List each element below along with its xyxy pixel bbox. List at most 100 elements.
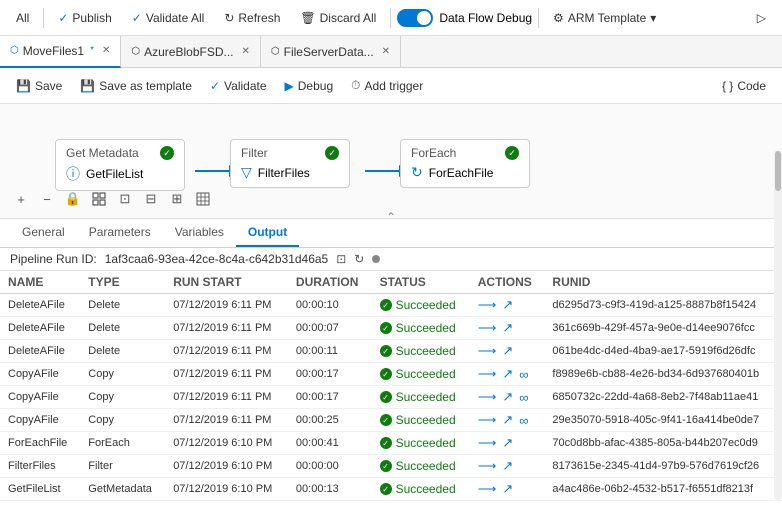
validate-button[interactable]: ✓ Validate xyxy=(202,75,275,97)
extra-icon[interactable]: ∞ xyxy=(519,413,528,428)
runs-table-body: DeleteAFileDelete07/12/2019 6:11 PM00:00… xyxy=(0,294,782,501)
output-link-icon[interactable]: ↗ xyxy=(502,435,513,451)
status-dot: ✓ xyxy=(380,437,392,449)
col-header-runstart: RUN START xyxy=(165,271,288,294)
output-link-icon[interactable]: ↗ xyxy=(502,481,513,497)
output-link-icon[interactable]: ↗ xyxy=(502,297,513,313)
tab-azureblob-close[interactable]: ✕ xyxy=(242,46,250,57)
data-flow-debug-toggle[interactable]: Data Flow Debug xyxy=(397,9,532,27)
save-icon: 💾 xyxy=(16,79,31,93)
output-link-icon[interactable]: ↗ xyxy=(502,343,513,359)
divider-1 xyxy=(43,8,44,28)
validate-all-button[interactable]: ✓ Validate All xyxy=(124,7,213,29)
comment-button[interactable]: ⊞ xyxy=(166,188,188,210)
tab-fileserver-close[interactable]: ✕ xyxy=(382,46,390,57)
table-row: CopyAFileCopy07/12/2019 6:11 PM00:00:25✓… xyxy=(0,409,782,432)
cell-actions: ⟶ ↗ xyxy=(470,317,545,340)
refresh-run-button[interactable]: ↻ xyxy=(354,252,364,266)
node-foreach-header: ForEach ✓ xyxy=(411,146,519,160)
save-button[interactable]: 💾 Save xyxy=(8,75,70,97)
input-link-icon[interactable]: ⟶ xyxy=(478,435,497,451)
cell-name: GetFileList xyxy=(0,478,80,501)
code-button[interactable]: { } Code xyxy=(714,75,774,97)
extra-icon[interactable]: ∞ xyxy=(519,367,528,382)
debug-button[interactable]: ▶ Debug xyxy=(277,75,342,97)
cell-status: ✓Succeeded xyxy=(372,455,470,478)
action-icons: ⟶ ↗ xyxy=(478,435,537,451)
input-link-icon[interactable]: ⟶ xyxy=(478,412,497,428)
sub-tab-general[interactable]: General xyxy=(10,219,77,247)
table-row: CopyAFileCopy07/12/2019 6:11 PM00:00:17✓… xyxy=(0,363,782,386)
extra-icon[interactable]: ∞ xyxy=(519,390,528,405)
code-icon: { } xyxy=(722,79,733,93)
divider-3 xyxy=(538,8,539,28)
action-icons: ⟶ ↗ xyxy=(478,481,537,497)
input-link-icon[interactable]: ⟶ xyxy=(478,297,497,313)
sub-tab-parameters[interactable]: Parameters xyxy=(77,219,163,247)
input-link-icon[interactable]: ⟶ xyxy=(478,481,497,497)
scrollbar-track[interactable] xyxy=(774,150,782,500)
output-link-icon[interactable]: ↗ xyxy=(502,412,513,428)
lock-button[interactable]: 🔒 xyxy=(62,188,84,210)
table-row: CopyAFileCopy07/12/2019 6:11 PM00:00:17✓… xyxy=(0,386,782,409)
cell-actions: ⟶ ↗ xyxy=(470,294,545,317)
tab-fileserver-icon: ⬡ xyxy=(271,46,280,57)
status-dot: ✓ xyxy=(380,483,392,495)
cell-duration: 00:00:07 xyxy=(288,317,372,340)
input-link-icon[interactable]: ⟶ xyxy=(478,366,497,382)
input-link-icon[interactable]: ⟶ xyxy=(478,389,497,405)
save-as-template-button[interactable]: 💾 Save as template xyxy=(72,75,200,97)
node-filter[interactable]: Filter ✓ ▽ FilterFiles xyxy=(230,139,350,188)
output-link-icon[interactable]: ↗ xyxy=(502,389,513,405)
cell-duration: 00:00:00 xyxy=(288,455,372,478)
sub-tab-parameters-label: Parameters xyxy=(89,225,151,239)
grid-button[interactable] xyxy=(192,188,214,210)
debug-label: Debug xyxy=(298,79,333,93)
sub-tab-output[interactable]: Output xyxy=(236,219,299,247)
cell-actions: ⟶ ↗ xyxy=(470,432,545,455)
collapse-handle[interactable]: ⌃ xyxy=(386,210,396,219)
status-success: ✓Succeeded xyxy=(380,459,462,473)
publish-button[interactable]: ✓ Publish xyxy=(50,7,119,29)
refresh-button[interactable]: ↻ Refresh xyxy=(216,7,288,29)
status-label: Succeeded xyxy=(396,344,456,358)
scrollbar-thumb[interactable] xyxy=(775,151,781,191)
zoom-in-button[interactable]: + xyxy=(10,188,32,210)
all-button[interactable]: All xyxy=(8,7,37,29)
discard-icon: 🗑 xyxy=(300,11,315,25)
output-link-icon[interactable]: ↗ xyxy=(502,366,513,382)
copy-run-id-button[interactable]: ⊡ xyxy=(336,252,346,266)
input-link-icon[interactable]: ⟶ xyxy=(478,458,497,474)
expand-button[interactable]: ⊟ xyxy=(140,188,162,210)
foreach-success-icon: ✓ xyxy=(505,146,519,160)
toggle-track[interactable] xyxy=(397,9,433,27)
output-link-icon[interactable]: ↗ xyxy=(502,320,513,336)
node-getmetadata-title: Get Metadata xyxy=(66,146,139,160)
output-link-icon[interactable]: ↗ xyxy=(502,458,513,474)
discard-all-button[interactable]: 🗑 Discard All xyxy=(292,7,384,29)
save-template-icon: 💾 xyxy=(80,79,95,93)
arm-template-button[interactable]: ⚙ ARM Template ▾ xyxy=(545,7,664,29)
col-header-name: NAME xyxy=(0,271,80,294)
cell-status: ✓Succeeded xyxy=(372,478,470,501)
table-row: DeleteAFileDelete07/12/2019 6:11 PM00:00… xyxy=(0,340,782,363)
cell-type: GetMetadata xyxy=(80,478,165,501)
node-filter-body: ▽ FilterFiles xyxy=(241,164,339,181)
tab-movefiles[interactable]: ⬡ MoveFiles1 * ✕ xyxy=(0,36,121,68)
tab-azureblob[interactable]: ⬡ AzureBlobFSD... ✕ xyxy=(121,36,261,68)
cell-type: Delete xyxy=(80,317,165,340)
tab-movefiles-close[interactable]: ✕ xyxy=(102,45,110,56)
fit-button[interactable] xyxy=(88,188,110,210)
save-label: Save xyxy=(35,79,62,93)
tab-fileserver[interactable]: ⬡ FileServerData... ✕ xyxy=(261,36,401,68)
node-getmetadata[interactable]: Get Metadata ✓ ⓘ GetFileList xyxy=(55,139,185,191)
input-link-icon[interactable]: ⟶ xyxy=(478,343,497,359)
arrow-right-button[interactable]: ▷ xyxy=(749,7,774,29)
cell-status: ✓Succeeded xyxy=(372,432,470,455)
input-link-icon[interactable]: ⟶ xyxy=(478,320,497,336)
zoom-out-button[interactable]: − xyxy=(36,188,58,210)
select-button[interactable]: ⊡ xyxy=(114,188,136,210)
add-trigger-button[interactable]: ⏱ Add trigger xyxy=(343,74,431,97)
node-foreach[interactable]: ForEach ✓ ↻ ForEachFile xyxy=(400,139,530,188)
sub-tab-variables[interactable]: Variables xyxy=(163,219,236,247)
